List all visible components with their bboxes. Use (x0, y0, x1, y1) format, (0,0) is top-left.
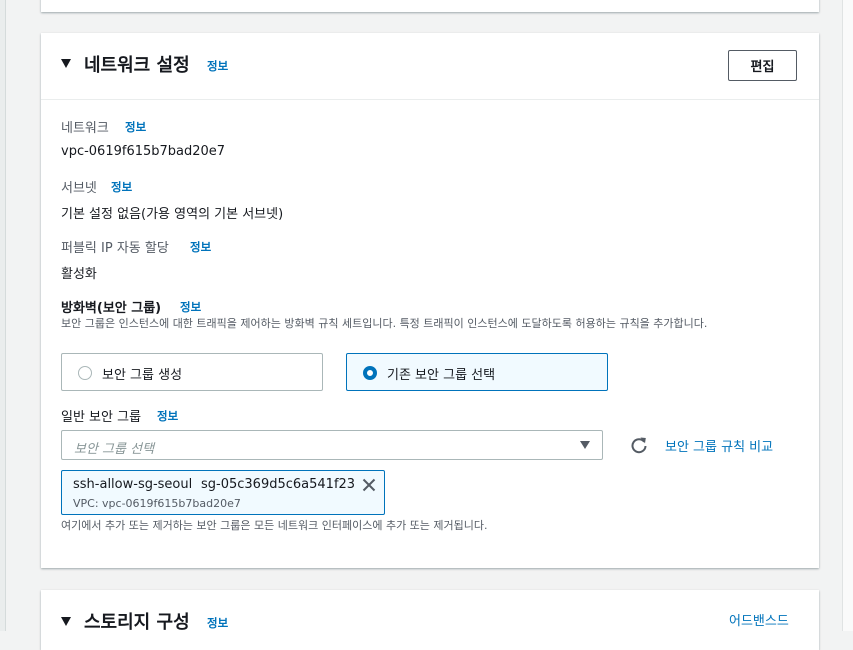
storage-info-link[interactable]: 정보 (207, 615, 228, 631)
right-scroll-strip (842, 0, 853, 631)
security-group-placeholder: 보안 그룹 선택 (74, 442, 155, 457)
create-sg-label: 보안 그룹 생성 (102, 368, 183, 383)
storage-title: 스토리지 구성 (84, 612, 190, 633)
existing-sg-radio[interactable] (363, 366, 377, 380)
selected-security-group-token: ssh-allow-sg-seoul sg-05c369d5c6a541f23 … (61, 470, 385, 515)
edit-button[interactable]: 편집 (728, 50, 797, 81)
security-group-help-text: 여기에서 추가 또는 제거하는 보안 그룹은 모든 네트워크 인터페이스에 추가… (61, 519, 488, 532)
firewall-info-link[interactable]: 정보 (180, 299, 201, 315)
network-settings-panel: 네트워크 설정 정보 편집 네트워크 정보 vpc-0619f615b7bad2… (41, 33, 819, 568)
network-settings-info-link[interactable]: 정보 (207, 58, 228, 74)
left-rail (0, 0, 6, 631)
network-settings-title: 네트워크 설정 (84, 55, 190, 76)
subnet-value: 기본 설정 없음(가용 영역의 기본 서브넷) (61, 207, 284, 222)
network-info-link[interactable]: 정보 (125, 119, 146, 135)
existing-sg-label: 기존 보안 그룹 선택 (387, 368, 496, 383)
security-group-select[interactable]: 보안 그룹 선택 (61, 430, 603, 460)
create-security-group-option[interactable]: 보안 그룹 생성 (61, 353, 323, 391)
caret-down-icon[interactable] (61, 59, 71, 68)
network-value: vpc-0619f615b7bad20e7 (61, 144, 226, 159)
refresh-icon[interactable] (629, 435, 649, 455)
network-label: 네트워크 (61, 121, 109, 136)
firewall-label: 방화벽(보안 그룹) (61, 301, 162, 316)
token-sg-vpc: VPC: vpc-0619f615b7bad20e7 (73, 497, 241, 510)
public-ip-info-link[interactable]: 정보 (190, 239, 211, 255)
common-sg-label: 일반 보안 그룹 (61, 410, 142, 425)
token-sg-name: ssh-allow-sg-seoul (73, 477, 193, 492)
public-ip-value: 활성화 (61, 267, 97, 282)
dropdown-caret-icon (580, 441, 590, 449)
subnet-label: 서브넷 (61, 181, 97, 196)
public-ip-label: 퍼블릭 IP 자동 할당 (61, 241, 169, 256)
common-sg-info-link[interactable]: 정보 (157, 408, 178, 424)
network-settings-header: 네트워크 설정 정보 편집 (41, 33, 819, 100)
select-existing-security-group-option[interactable]: 기존 보안 그룹 선택 (346, 353, 608, 391)
create-sg-radio[interactable] (78, 366, 92, 380)
firewall-description: 보안 그룹은 인스턴스에 대한 트래픽을 제어하는 방화벽 규칙 세트입니다. … (61, 317, 708, 330)
compare-sg-rules-link[interactable]: 보안 그룹 규칙 비교 (665, 436, 773, 455)
storage-panel: 스토리지 구성 정보 어드밴스드 (41, 590, 819, 650)
close-icon[interactable] (361, 477, 377, 493)
previous-section-panel (41, 0, 819, 12)
token-sg-id: sg-05c369d5c6a541f23 (201, 477, 356, 492)
caret-down-icon[interactable] (61, 617, 71, 626)
advanced-link[interactable]: 어드밴스드 (729, 610, 789, 629)
subnet-info-link[interactable]: 정보 (111, 179, 132, 195)
